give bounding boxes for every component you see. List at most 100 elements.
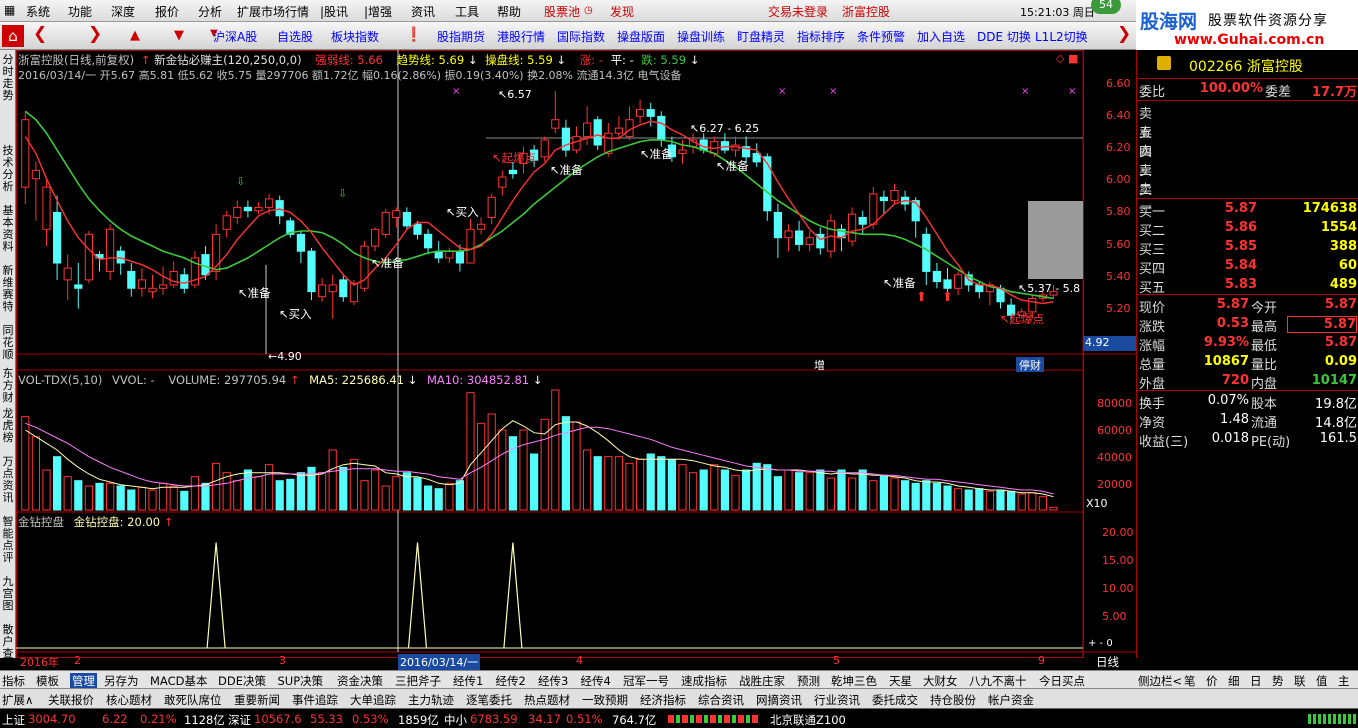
func-tab-4[interactable]: 重要新闻 bbox=[234, 692, 280, 708]
func-tab-13[interactable]: 网摘资讯 bbox=[756, 692, 802, 708]
indicator-tab-8[interactable]: 三把斧子 bbox=[395, 673, 441, 689]
func-tab-8[interactable]: 逐笔委托 bbox=[466, 692, 512, 708]
indicator-tab-15[interactable]: 战胜庄家 bbox=[739, 673, 785, 689]
formula-name[interactable]: 新金钻必赚主(120,250,0,0) bbox=[154, 53, 301, 67]
tb-training[interactable]: 操盘训练 bbox=[677, 28, 725, 45]
tb-sector-index[interactable]: 板块指数 bbox=[331, 28, 379, 45]
indicator-tab-12[interactable]: 经传4 bbox=[581, 673, 611, 689]
indicator-tab-16[interactable]: 预测 bbox=[797, 673, 820, 689]
vtab-retail[interactable]: 散户查看 bbox=[1, 624, 15, 672]
side-tab-2[interactable]: 价 bbox=[1206, 673, 1218, 689]
vtab-xinwei[interactable]: 新维赛特 bbox=[1, 265, 15, 313]
ind-title[interactable]: 金钻控盘 bbox=[18, 515, 64, 529]
menu-help[interactable]: 帮助 bbox=[497, 3, 521, 20]
indicator-tab-17[interactable]: 乾坤三色 bbox=[831, 673, 877, 689]
tb-layout[interactable]: 操盘版面 bbox=[617, 28, 665, 45]
func-tab-1[interactable]: 关联报价 bbox=[48, 692, 94, 708]
indicator-tab-5[interactable]: DDE决策 bbox=[218, 673, 266, 689]
func-tab-10[interactable]: 一致预期 bbox=[582, 692, 628, 708]
menu-ext-market[interactable]: 扩展市场行情 bbox=[237, 3, 309, 20]
vtab-ths[interactable]: 同花顺 bbox=[1, 325, 15, 361]
tb-rank[interactable]: 指标排序 bbox=[797, 28, 845, 45]
trade-login-status[interactable]: 交易未登录 bbox=[768, 3, 828, 20]
func-tab-12[interactable]: 综合资讯 bbox=[698, 692, 744, 708]
vtab-fundamentals[interactable]: 基本资料 bbox=[1, 205, 15, 253]
kline-chart-area[interactable]: 浙富控股(日线,前复权) ↑ 新金钻必赚主(120,250,0,0) 强弱线: … bbox=[16, 50, 1136, 670]
menu-enhance[interactable]: |增强 bbox=[364, 3, 392, 20]
vtab-east[interactable]: 东方财 bbox=[1, 368, 15, 404]
indicator-tab-14[interactable]: 速成指标 bbox=[681, 673, 727, 689]
menu-stock-pool[interactable]: 股票池 bbox=[544, 3, 580, 20]
vtab-dragon-tiger[interactable]: 龙虎榜 bbox=[1, 408, 15, 444]
menu-quote[interactable]: 报价 bbox=[155, 3, 179, 20]
ind-nav[interactable]: + - 0 bbox=[1088, 638, 1113, 649]
func-tab-6[interactable]: 大单追踪 bbox=[350, 692, 396, 708]
indicator-tab-18[interactable]: 天星 bbox=[889, 673, 912, 689]
func-tab-3[interactable]: 敢死队席位 bbox=[164, 692, 222, 708]
menu-depth[interactable]: 深度 bbox=[111, 3, 135, 20]
indicator-tab-13[interactable]: 冠军一号 bbox=[623, 673, 669, 689]
menu-system[interactable]: 系统 bbox=[26, 3, 50, 20]
server-name[interactable]: 北京联通Z100 bbox=[770, 712, 846, 728]
func-tab-2[interactable]: 核心题材 bbox=[106, 692, 152, 708]
side-tab-1[interactable]: 笔 bbox=[1184, 673, 1196, 689]
menu-info[interactable]: 资讯 bbox=[411, 3, 435, 20]
indicator-tab-7[interactable]: 资金决策 bbox=[337, 673, 383, 689]
side-tab-8[interactable]: 主 bbox=[1338, 673, 1350, 689]
vol-title[interactable]: VOL-TDX(5,10) bbox=[18, 373, 102, 387]
badge-counter[interactable]: 54 bbox=[1091, 0, 1121, 14]
menu-tools[interactable]: 工具 bbox=[455, 3, 479, 20]
side-tab-3[interactable]: 细 bbox=[1228, 673, 1240, 689]
up-arrow-icon[interactable]: ▲ bbox=[130, 28, 140, 43]
indicator-tab-10[interactable]: 经传2 bbox=[496, 673, 526, 689]
period-label[interactable]: 日线 bbox=[1096, 654, 1119, 670]
up-arrow-icon-2[interactable]: ❗ bbox=[405, 27, 422, 43]
tb-hk[interactable]: 港股行情 bbox=[497, 28, 545, 45]
side-tab-0[interactable]: 侧边栏< bbox=[1138, 673, 1182, 689]
tb-monitor[interactable]: 盯盘精灵 bbox=[737, 28, 785, 45]
func-tab-7[interactable]: 主力轨迹 bbox=[408, 692, 454, 708]
indicator-tab-9[interactable]: 经传1 bbox=[453, 673, 483, 689]
indicator-tab-21[interactable]: 今日买点 bbox=[1039, 673, 1085, 689]
vtab-intraday[interactable]: 分时走势 bbox=[1, 54, 15, 102]
menu-discover[interactable]: 发现 bbox=[610, 3, 634, 20]
back-arrow-icon[interactable]: ❮ bbox=[33, 24, 47, 44]
home-icon[interactable]: ⌂ bbox=[2, 25, 24, 47]
func-tab-14[interactable]: 行业资讯 bbox=[814, 692, 860, 708]
side-tab-6[interactable]: 联 bbox=[1294, 673, 1306, 689]
indicator-tab-3[interactable]: 另存为 bbox=[104, 673, 139, 689]
vtab-nine-grid[interactable]: 九宫图 bbox=[1, 576, 15, 612]
vtab-smart-review[interactable]: 智能点评 bbox=[1, 516, 15, 564]
indicator-tab-19[interactable]: 大财女 bbox=[923, 673, 958, 689]
tb-dde[interactable]: DDE 切换 bbox=[977, 28, 1031, 45]
tb-watchlist[interactable]: 自选股 bbox=[277, 28, 313, 45]
side-tab-7[interactable]: 值 bbox=[1316, 673, 1328, 689]
func-tab-16[interactable]: 持仓股份 bbox=[930, 692, 976, 708]
indicator-tab-4[interactable]: MACD基本 bbox=[150, 673, 207, 689]
indicator-tab-1[interactable]: 模板 bbox=[36, 673, 59, 689]
tb-l1l2[interactable]: L1L2切换 bbox=[1035, 28, 1088, 45]
func-tab-0[interactable]: 扩展∧ bbox=[2, 692, 33, 708]
chart-corner-icons[interactable]: ◇ ■ bbox=[1056, 52, 1078, 65]
menu-news[interactable]: |股讯 bbox=[320, 3, 348, 20]
func-tab-9[interactable]: 热点题材 bbox=[524, 692, 570, 708]
side-tab-5[interactable]: 势 bbox=[1272, 673, 1284, 689]
func-tab-11[interactable]: 经济指标 bbox=[640, 692, 686, 708]
func-tab-15[interactable]: 委托成交 bbox=[872, 692, 918, 708]
chart-svg[interactable] bbox=[16, 50, 1136, 658]
label-suspend[interactable]: 停财 bbox=[1016, 357, 1044, 372]
tb-intl-index[interactable]: 国际指数 bbox=[557, 28, 605, 45]
tb-futures[interactable]: 股指期货 bbox=[437, 28, 485, 45]
indicator-tab-6[interactable]: SUP决策 bbox=[278, 673, 324, 689]
tb-hs-a[interactable]: 沪深A股 bbox=[213, 28, 257, 45]
side-tab-4[interactable]: 日 bbox=[1250, 673, 1262, 689]
menu-logo-icon[interactable]: ▦ bbox=[4, 3, 15, 17]
func-tab-5[interactable]: 事件追踪 bbox=[292, 692, 338, 708]
indicator-tab-20[interactable]: 八九不离十 bbox=[969, 673, 1027, 689]
indicator-tab-11[interactable]: 经传3 bbox=[538, 673, 568, 689]
tb-add-watch[interactable]: 加入自选 bbox=[917, 28, 965, 45]
down-arrow-icon[interactable]: ▼ bbox=[174, 28, 184, 43]
menu-analysis[interactable]: 分析 bbox=[198, 3, 222, 20]
indicator-tab-2[interactable]: 管理 bbox=[70, 673, 97, 689]
vtab-technical[interactable]: 技术分析 bbox=[1, 145, 15, 193]
